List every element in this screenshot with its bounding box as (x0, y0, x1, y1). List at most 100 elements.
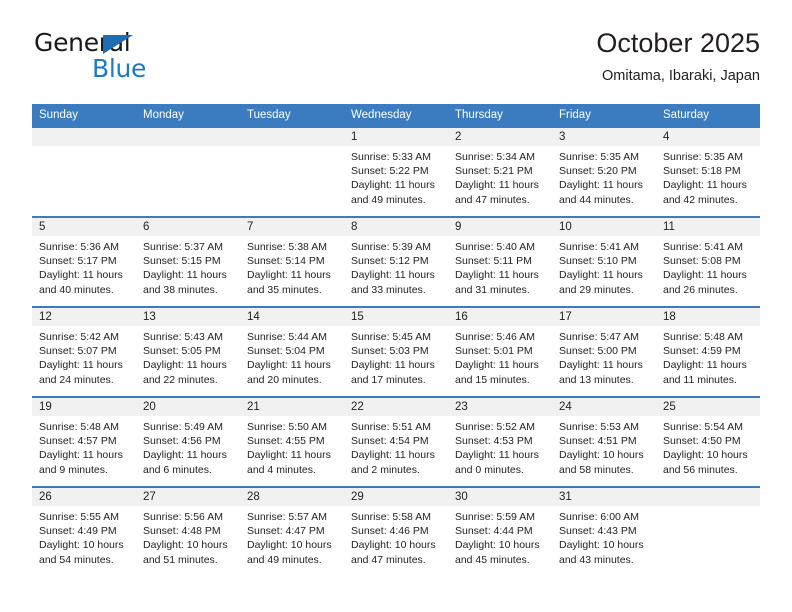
day-details: Sunrise: 5:51 AM Sunset: 4:54 PM Daylight:… (344, 416, 448, 477)
sunrise-text: Sunrise: 5:39 AM (351, 241, 431, 253)
sunrise-text: Sunrise: 5:52 AM (455, 421, 535, 433)
calendar-day-cell[interactable]: 12 Sunrise: 5:42 AM Sunset: 5:07 PM Dayligh… (32, 306, 136, 397)
sunrise-text: Sunrise: 6:00 AM (559, 511, 639, 523)
calendar-day-cell[interactable]: 10 Sunrise: 5:41 AM Sunset: 5:10 PM Dayligh… (552, 216, 656, 307)
calendar-day-cell[interactable]: 3 Sunrise: 5:35 AM Sunset: 5:20 PM Daylight… (552, 126, 656, 217)
daylight-minutes-text: and 13 minutes. (559, 373, 634, 386)
daylight-text: Daylight: 10 hours (247, 539, 332, 552)
calendar-day-cell[interactable]: 6 Sunrise: 5:37 AM Sunset: 5:15 PM Daylight… (136, 216, 240, 307)
calendar-week-row: 5 Sunrise: 5:36 AM Sunset: 5:17 PM Daylight… (32, 216, 760, 307)
day-details: Sunrise: 5:57 AM Sunset: 4:47 PM Daylight:… (240, 506, 344, 567)
day-number: 6 (136, 218, 240, 236)
day-details: Sunrise: 5:47 AM Sunset: 5:00 PM Daylight:… (552, 326, 656, 387)
calendar-day-cell[interactable]: 11 Sunrise: 5:41 AM Sunset: 5:08 PM Dayligh… (656, 216, 760, 307)
weekday-header-thursday: Thursday (448, 104, 552, 127)
sunrise-text: Sunrise: 5:56 AM (143, 511, 223, 523)
calendar-day-cell[interactable]: 14 Sunrise: 5:44 AM Sunset: 5:04 PM Dayligh… (240, 306, 344, 397)
calendar-day-cell[interactable]: 9 Sunrise: 5:40 AM Sunset: 5:11 PM Daylight… (448, 216, 552, 307)
day-number: 23 (448, 398, 552, 416)
sunrise-text: Sunrise: 5:38 AM (247, 241, 327, 253)
sunrise-text: Sunrise: 5:44 AM (247, 331, 327, 343)
day-details: Sunrise: 5:43 AM Sunset: 5:05 PM Daylight:… (136, 326, 240, 387)
daylight-text: Daylight: 10 hours (143, 539, 228, 552)
day-number: 11 (656, 218, 760, 236)
day-number: 14 (240, 308, 344, 326)
daylight-minutes-text: and 22 minutes. (143, 373, 218, 386)
calendar-week-row: 1 Sunrise: 5:33 AM Sunset: 5:22 PM Daylight… (32, 126, 760, 217)
calendar-day-cell[interactable]: 13 Sunrise: 5:43 AM Sunset: 5:05 PM Dayligh… (136, 306, 240, 397)
daylight-text: Daylight: 11 hours (247, 449, 331, 462)
day-number: 21 (240, 398, 344, 416)
sunset-text: Sunset: 5:22 PM (351, 165, 429, 178)
calendar-day-cell[interactable]: 16 Sunrise: 5:46 AM Sunset: 5:01 PM Dayligh… (448, 306, 552, 397)
day-number: 18 (656, 308, 760, 326)
daylight-text: Daylight: 11 hours (143, 449, 227, 462)
daylight-minutes-text: and 47 minutes. (351, 553, 426, 566)
logo-triangle-icon (103, 35, 133, 54)
sunrise-text: Sunrise: 5:57 AM (247, 511, 327, 523)
daylight-minutes-text: and 0 minutes. (455, 463, 524, 476)
day-details: Sunrise: 5:46 AM Sunset: 5:01 PM Daylight:… (448, 326, 552, 387)
calendar-day-cell[interactable]: 30 Sunrise: 5:59 AM Sunset: 4:44 PM Dayligh… (448, 486, 552, 577)
sunrise-text: Sunrise: 5:59 AM (455, 511, 535, 523)
daylight-minutes-text: and 2 minutes. (351, 463, 420, 476)
daylight-minutes-text: and 51 minutes. (143, 553, 218, 566)
daylight-text: Daylight: 11 hours (455, 449, 539, 462)
day-details: Sunrise: 5:50 AM Sunset: 4:55 PM Daylight:… (240, 416, 344, 477)
sunset-text: Sunset: 4:47 PM (247, 525, 325, 538)
calendar-day-cell[interactable]: 27 Sunrise: 5:56 AM Sunset: 4:48 PM Dayligh… (136, 486, 240, 577)
weekday-header-row: Sunday Monday Tuesday Wednesday Thursday Frid… (32, 104, 760, 127)
daylight-minutes-text: and 47 minutes. (455, 193, 530, 206)
sunset-text: Sunset: 4:56 PM (143, 435, 221, 448)
daylight-text: Daylight: 10 hours (351, 539, 436, 552)
logo-text-blue: Blue (92, 54, 147, 83)
day-details: Sunrise: 5:52 AM Sunset: 4:53 PM Daylight:… (448, 416, 552, 477)
calendar-day-cell[interactable]: 4 Sunrise: 5:35 AM Sunset: 5:18 PM Daylight… (656, 126, 760, 217)
day-details (240, 146, 344, 150)
calendar-day-cell[interactable]: 21 Sunrise: 5:50 AM Sunset: 4:55 PM Dayligh… (240, 396, 344, 487)
day-number: 9 (448, 218, 552, 236)
calendar-day-cell[interactable]: 26 Sunrise: 5:55 AM Sunset: 4:49 PM Dayligh… (32, 486, 136, 577)
calendar-day-cell[interactable]: 31 Sunrise: 6:00 AM Sunset: 4:43 PM Dayligh… (552, 486, 656, 577)
calendar-empty-cell (656, 486, 760, 577)
weekday-header-saturday: Saturday (656, 104, 760, 127)
calendar-day-cell[interactable]: 24 Sunrise: 5:53 AM Sunset: 4:51 PM Dayligh… (552, 396, 656, 487)
daylight-minutes-text: and 49 minutes. (351, 193, 426, 206)
day-number (240, 128, 344, 146)
day-details: Sunrise: 5:58 AM Sunset: 4:46 PM Daylight:… (344, 506, 448, 567)
calendar-day-cell[interactable]: 19 Sunrise: 5:48 AM Sunset: 4:57 PM Dayligh… (32, 396, 136, 487)
calendar-day-cell[interactable]: 17 Sunrise: 5:47 AM Sunset: 5:00 PM Dayligh… (552, 306, 656, 397)
calendar-day-cell[interactable]: 22 Sunrise: 5:51 AM Sunset: 4:54 PM Dayligh… (344, 396, 448, 487)
sunrise-text: Sunrise: 5:33 AM (351, 151, 431, 163)
day-details (136, 146, 240, 150)
sunset-text: Sunset: 5:17 PM (39, 255, 117, 268)
daylight-text: Daylight: 11 hours (663, 269, 747, 282)
daylight-text: Daylight: 11 hours (455, 179, 539, 192)
daylight-minutes-text: and 20 minutes. (247, 373, 322, 386)
calendar-grid: Sunday Monday Tuesday Wednesday Thursday Frid… (32, 104, 760, 577)
daylight-minutes-text: and 15 minutes. (455, 373, 530, 386)
calendar-day-cell[interactable]: 29 Sunrise: 5:58 AM Sunset: 4:46 PM Dayligh… (344, 486, 448, 577)
calendar-day-cell[interactable]: 2 Sunrise: 5:34 AM Sunset: 5:21 PM Daylight… (448, 126, 552, 217)
calendar-day-cell[interactable]: 7 Sunrise: 5:38 AM Sunset: 5:14 PM Daylight… (240, 216, 344, 307)
day-number: 27 (136, 488, 240, 506)
day-details: Sunrise: 5:36 AM Sunset: 5:17 PM Daylight:… (32, 236, 136, 297)
calendar-day-cell[interactable]: 28 Sunrise: 5:57 AM Sunset: 4:47 PM Dayligh… (240, 486, 344, 577)
daylight-text: Daylight: 10 hours (39, 539, 124, 552)
sunset-text: Sunset: 5:05 PM (143, 345, 221, 358)
calendar-day-cell[interactable]: 15 Sunrise: 5:45 AM Sunset: 5:03 PM Dayligh… (344, 306, 448, 397)
day-number: 1 (344, 128, 448, 146)
calendar-day-cell[interactable]: 5 Sunrise: 5:36 AM Sunset: 5:17 PM Daylight… (32, 216, 136, 307)
weekday-header-tuesday: Tuesday (240, 104, 344, 127)
day-details: Sunrise: 5:35 AM Sunset: 5:18 PM Daylight:… (656, 146, 760, 207)
day-details: Sunrise: 5:35 AM Sunset: 5:20 PM Daylight:… (552, 146, 656, 207)
calendar-day-cell[interactable]: 20 Sunrise: 5:49 AM Sunset: 4:56 PM Dayligh… (136, 396, 240, 487)
calendar-day-cell[interactable]: 23 Sunrise: 5:52 AM Sunset: 4:53 PM Dayligh… (448, 396, 552, 487)
daylight-text: Daylight: 11 hours (351, 449, 435, 462)
day-number: 31 (552, 488, 656, 506)
calendar-day-cell[interactable]: 25 Sunrise: 5:54 AM Sunset: 4:50 PM Dayligh… (656, 396, 760, 487)
general-blue-logo[interactable]: General Blue (32, 26, 262, 88)
calendar-day-cell[interactable]: 8 Sunrise: 5:39 AM Sunset: 5:12 PM Daylight… (344, 216, 448, 307)
calendar-day-cell[interactable]: 1 Sunrise: 5:33 AM Sunset: 5:22 PM Daylight… (344, 126, 448, 217)
calendar-day-cell[interactable]: 18 Sunrise: 5:48 AM Sunset: 4:59 PM Dayligh… (656, 306, 760, 397)
